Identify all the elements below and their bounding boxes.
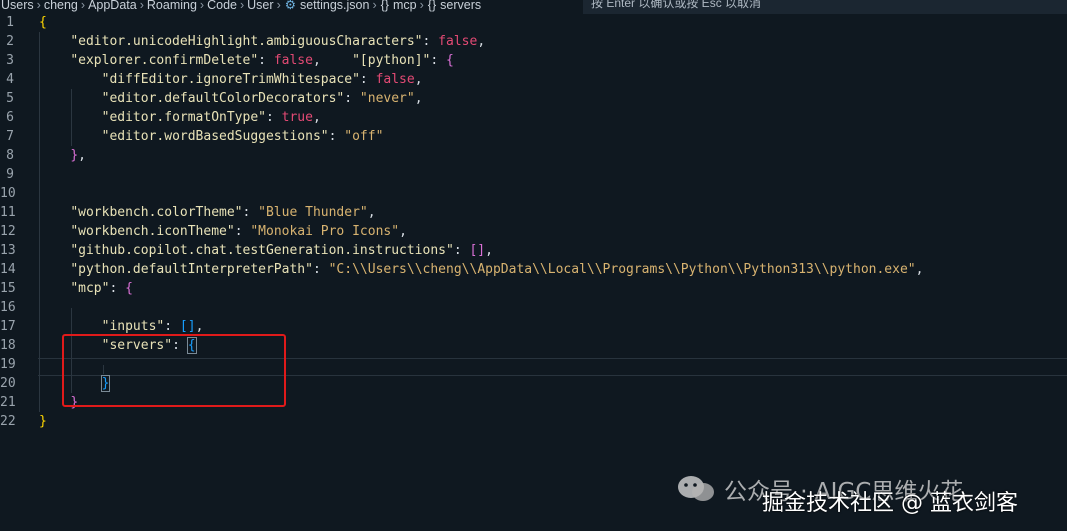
line-number: 2 xyxy=(6,34,14,49)
breadcrumb-item[interactable]: cheng xyxy=(43,0,79,11)
token-brace: { xyxy=(39,15,47,30)
chevron-right-icon: › xyxy=(199,0,205,12)
chevron-right-icon: › xyxy=(276,0,281,12)
token-key: "editor.defaultColorDecorators" xyxy=(101,91,345,106)
line-number: 9 xyxy=(6,167,14,182)
token-brace: } xyxy=(39,414,47,429)
line-number: 5 xyxy=(6,91,14,106)
highlight-annotation-box xyxy=(62,334,286,407)
line-number: 16 xyxy=(0,300,16,315)
token-string: "never" xyxy=(359,91,415,106)
token-key: "[python]" xyxy=(352,53,431,68)
chevron-right-icon: › xyxy=(239,0,245,12)
line-number: 17 xyxy=(0,319,16,334)
token-bool: true xyxy=(281,110,313,125)
breadcrumb-item[interactable]: settings.json xyxy=(299,0,370,11)
line-number: 13 xyxy=(0,243,16,258)
json-object-icon: {} xyxy=(427,0,437,12)
code-line: 4 "diffEditor.ignoreTrimWhitespace": fal… xyxy=(0,70,1067,89)
breadcrumb-item[interactable]: mcp xyxy=(392,0,418,11)
token-string: "C:\\Users\\cheng\\AppData\\Local\\Progr… xyxy=(328,262,916,277)
chevron-right-icon: › xyxy=(36,0,41,12)
token-bool: false xyxy=(273,53,313,68)
line-number: 4 xyxy=(6,72,14,87)
code-line: 8 }, xyxy=(0,146,1067,165)
token-key: "mcp" xyxy=(70,281,110,296)
breadcrumb-item[interactable]: Users xyxy=(0,0,35,11)
line-number: 11 xyxy=(0,205,16,220)
token-brace: } xyxy=(70,148,79,163)
token-brace: { xyxy=(125,281,133,296)
line-number: 18 xyxy=(0,338,16,353)
token-brace: { xyxy=(446,53,454,68)
breadcrumb-item[interactable]: AppData xyxy=(87,0,138,11)
rename-hint-tooltip: 按 Enter 以确认或按 Esc 以取消 xyxy=(583,0,1067,14)
code-line: 14 "python.defaultInterpreterPath": "C:\… xyxy=(0,262,924,277)
line-number: 12 xyxy=(0,224,16,239)
chevron-right-icon: › xyxy=(419,0,424,12)
token-bool: false xyxy=(438,34,478,49)
line-number: 21 xyxy=(0,395,16,410)
token-string: "Blue Thunder" xyxy=(258,205,368,220)
code-line: 12 "workbench.iconTheme": "Monokai Pro I… xyxy=(0,224,407,239)
line-number: 1 xyxy=(6,15,14,30)
code-editor[interactable]: 1{ 2 "editor.unicodeHighlight.ambiguousC… xyxy=(0,13,1067,531)
token-key: "workbench.iconTheme" xyxy=(70,224,235,239)
token-key: "inputs" xyxy=(101,319,165,334)
token-key: "editor.wordBasedSuggestions" xyxy=(101,129,329,144)
token-bool: false xyxy=(375,72,415,87)
wechat-icon xyxy=(678,476,714,501)
code-line: 13 "github.copilot.chat.testGeneration.i… xyxy=(0,243,493,258)
token-key: "workbench.colorTheme" xyxy=(70,205,243,220)
json-object-icon: {} xyxy=(380,0,389,12)
line-number: 19 xyxy=(0,357,16,372)
line-number: 20 xyxy=(0,376,16,391)
code-line: 16 xyxy=(0,298,1067,317)
token-array: [] xyxy=(469,243,486,258)
code-line: 9 xyxy=(0,165,1067,184)
code-line: 2 "editor.unicodeHighlight.ambiguousChar… xyxy=(0,32,1067,51)
watermark-line2: 掘金技术社区 @ 蓝衣剑客 xyxy=(762,491,1018,516)
settings-file-icon: ⚙ xyxy=(284,0,296,12)
breadcrumb-item[interactable]: servers xyxy=(439,0,482,11)
code-line: 7 "editor.wordBasedSuggestions": "off" xyxy=(0,127,1067,146)
breadcrumb-item[interactable]: Code xyxy=(206,0,238,11)
line-number: 8 xyxy=(6,148,14,163)
line-number: 22 xyxy=(0,414,16,429)
line-number: 7 xyxy=(6,129,14,144)
breadcrumb-item[interactable]: User xyxy=(246,0,274,11)
line-number: 10 xyxy=(0,186,16,201)
watermark-text: 掘金技术社区 @ 蓝衣剑客 xyxy=(762,485,1018,517)
breadcrumb-item[interactable]: Roaming xyxy=(146,0,198,11)
line-number: 3 xyxy=(6,53,14,68)
code-line: 15 "mcp": { xyxy=(0,281,133,296)
line-number: 14 xyxy=(0,262,16,277)
code-line: 11 "workbench.colorTheme": "Blue Thunder… xyxy=(0,205,376,220)
hint-text: 按 Enter 以确认或按 Esc 以取消 xyxy=(591,0,762,10)
token-string: "off" xyxy=(344,129,384,144)
token-key: "editor.unicodeHighlight.ambiguousCharac… xyxy=(70,34,423,49)
code-line: 6 "editor.formatOnType": true, xyxy=(0,108,1067,127)
chevron-right-icon: › xyxy=(372,0,377,12)
token-array: [] xyxy=(179,319,196,334)
token-key: "diffEditor.ignoreTrimWhitespace" xyxy=(101,72,360,87)
token-string: "Monokai Pro Icons" xyxy=(250,224,400,239)
chevron-right-icon: › xyxy=(139,0,144,12)
token-key: "explorer.confirmDelete" xyxy=(70,53,259,68)
code-line: 5 "editor.defaultColorDecorators": "neve… xyxy=(0,89,1067,108)
token-key: "python.defaultInterpreterPath" xyxy=(70,262,313,277)
code-line: 22} xyxy=(0,412,1067,431)
line-number: 15 xyxy=(0,281,16,296)
code-line: 1{ xyxy=(0,13,1067,32)
code-line: 10 xyxy=(0,184,1067,203)
token-key: "editor.formatOnType" xyxy=(101,110,266,125)
line-number: 6 xyxy=(6,110,14,125)
code-line: 3 "explorer.confirmDelete": false, "[pyt… xyxy=(0,51,1067,70)
chevron-right-icon: › xyxy=(80,0,86,12)
token-key: "github.copilot.chat.testGeneration.inst… xyxy=(70,243,454,258)
